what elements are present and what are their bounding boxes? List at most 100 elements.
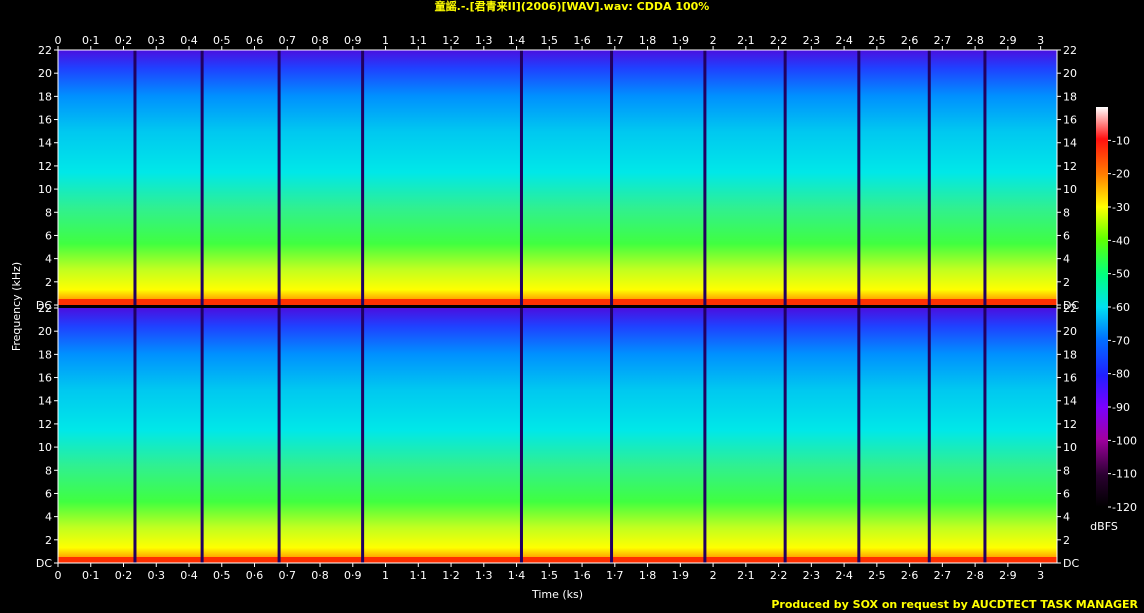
x-tick-label: 1·5 [541, 569, 559, 582]
colorbar-tick-label: -110 [1112, 468, 1137, 481]
x-tick-label: 0·5 [213, 34, 231, 47]
colorbar-tick-label: -80 [1112, 368, 1130, 381]
x-tick-label: 0·7 [279, 34, 297, 47]
y-tick-label: 14 [38, 395, 52, 408]
colorbar: -10 -20 -30 -40 -50 -60 -70 -80 -90 -100 -110 -120 d… [1090, 107, 1137, 533]
track-boundary [133, 50, 137, 305]
x-tick-label: 2·1 [737, 34, 755, 47]
x-tick-label: 0·1 [82, 569, 100, 582]
y-tick-label: 4 [45, 253, 52, 266]
x-tick-label: 2·9 [999, 569, 1017, 582]
x-tick-label: 0·6 [246, 569, 264, 582]
x-tick-label: 1·7 [606, 569, 624, 582]
x-tick-label: 2·5 [868, 569, 886, 582]
x-tick-label: 0·9 [344, 34, 362, 47]
y-tick-label: 6 [1063, 229, 1070, 242]
x-tick-label: 2·6 [901, 34, 919, 47]
x-tick-label: 0·3 [148, 34, 166, 47]
x-tick-label: 1·2 [442, 34, 460, 47]
x-tick-label: 2·5 [868, 34, 886, 47]
x-tick-label: 1·3 [475, 569, 493, 582]
x-tick-label: 1·5 [541, 34, 559, 47]
x-tick-label: 3 [1037, 569, 1044, 582]
colorbar-tick-label: -40 [1112, 234, 1130, 247]
x-tick-label: 0·8 [311, 569, 329, 582]
track-boundary [200, 308, 204, 563]
y-tick-label: 20 [38, 67, 52, 80]
x-tick-label: 0·7 [279, 569, 297, 582]
y-tick-label: 18 [1063, 90, 1077, 103]
x-tick-label: 0·1 [82, 34, 100, 47]
y-tick-label: 10 [38, 183, 52, 196]
y-tick-label: 18 [1063, 348, 1077, 361]
y-tick-label: 2 [1063, 534, 1070, 547]
x-tick-label: 3 [1037, 34, 1044, 47]
x-tick-label: 2·4 [835, 569, 853, 582]
x-tick-label: 2·4 [835, 34, 853, 47]
x-tick-label: 0·3 [148, 569, 166, 582]
x-tick-label: 1·6 [573, 34, 591, 47]
channel-1-dc-band [58, 299, 1057, 305]
spectrogram-chart: 0 0 0·1 0·1 0·2 0·2 0·3 0·3 0·4 0·4 0·5 0·5 0·6 0·6 0·… [10, 34, 1137, 601]
track-boundary [983, 50, 987, 305]
x-tick-label: 1·4 [508, 569, 526, 582]
y-tick-label: 22 [1063, 44, 1077, 57]
y-tick-label: 10 [1063, 441, 1077, 454]
colorbar-tick-label: -70 [1112, 334, 1130, 347]
x-tick-label: 0·4 [180, 34, 198, 47]
y-axis-label: Frequency (kHz) [10, 262, 23, 351]
x-tick-label: 2 [710, 569, 717, 582]
track-boundary [519, 50, 523, 305]
y-tick-label: 10 [1063, 183, 1077, 196]
x-tick-label: 2·9 [999, 34, 1017, 47]
x-tick-label: 0 [55, 569, 62, 582]
y-tick-label: 12 [1063, 418, 1077, 431]
x-tick-label: 0 [55, 34, 62, 47]
colorbar-tick-label: -100 [1112, 434, 1137, 447]
track-boundary [277, 308, 281, 563]
track-boundary [927, 308, 931, 563]
x-tick-label: 2·2 [770, 34, 788, 47]
track-boundary [983, 308, 987, 563]
track-boundary [610, 308, 614, 563]
y-tick-label: 22 [1063, 302, 1077, 315]
x-tick-label: 0·6 [246, 34, 264, 47]
colorbar-tick-label: -60 [1112, 301, 1130, 314]
channel-2-dc-band [58, 557, 1057, 563]
track-boundary [703, 308, 707, 563]
y-tick-label: 22 [38, 302, 52, 315]
y-tick-label: DC [36, 557, 52, 570]
colorbar-tick-label: -90 [1112, 401, 1130, 414]
y-tick-label: 16 [1063, 114, 1077, 127]
y-tick-label: 22 [38, 44, 52, 57]
x-axis-label: Time (ks) [531, 588, 583, 601]
x-tick-label: 1·9 [672, 569, 690, 582]
y-tick-label: 2 [1063, 276, 1070, 289]
y-tick-label: 8 [45, 464, 52, 477]
y-tick-label: 8 [1063, 206, 1070, 219]
x-tick-label: 1·8 [639, 34, 657, 47]
track-boundary [703, 50, 707, 305]
y-tick-label: 4 [45, 511, 52, 524]
x-tick-label: 0·9 [344, 569, 362, 582]
colorbar-tick-label: -50 [1112, 268, 1130, 281]
y-tick-label: 12 [1063, 160, 1077, 173]
y-tick-label: 18 [38, 90, 52, 103]
y-tick-label: 6 [1063, 487, 1070, 500]
x-tick-label: 1·7 [606, 34, 624, 47]
y-tick-label: 4 [1063, 511, 1070, 524]
y-tick-label: 2 [45, 276, 52, 289]
track-boundary [783, 308, 787, 563]
x-tick-label: 1·9 [672, 34, 690, 47]
y-tick-label: 16 [1063, 372, 1077, 385]
x-tick-label: 0·8 [311, 34, 329, 47]
y-tick-label: 14 [1063, 137, 1077, 150]
y-tick-label: 16 [38, 372, 52, 385]
colorbar-tick-label: -20 [1112, 168, 1130, 181]
track-boundary [277, 50, 281, 305]
x-tick-label: 1·4 [508, 34, 526, 47]
x-tick-label: 1·6 [573, 569, 591, 582]
x-tick-label: 1 [382, 569, 389, 582]
x-tick-label: 0·2 [115, 569, 133, 582]
x-tick-label: 2·7 [934, 569, 952, 582]
